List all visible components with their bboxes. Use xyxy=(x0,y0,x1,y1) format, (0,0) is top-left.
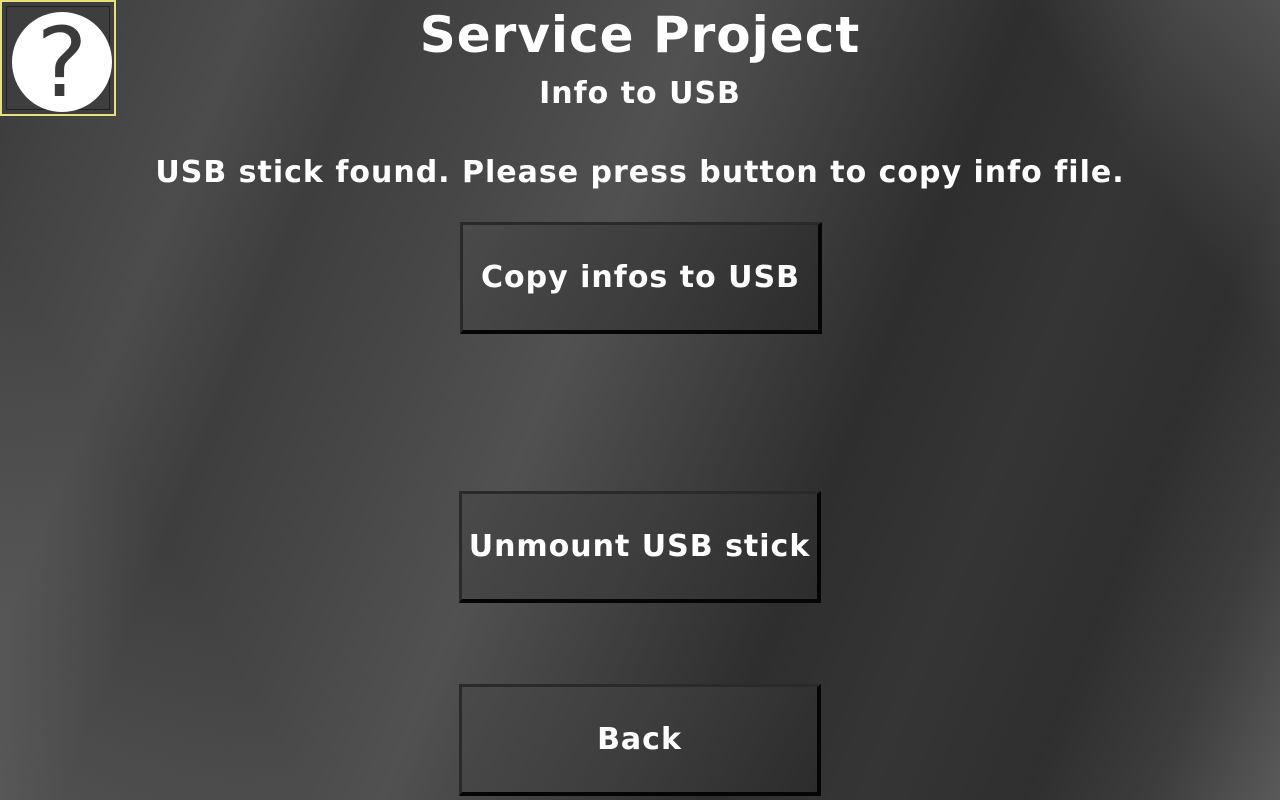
unmount-usb-button-label: Unmount USB stick xyxy=(468,529,811,564)
copy-infos-button-label: Copy infos to USB xyxy=(481,260,800,295)
background-shade-right xyxy=(0,0,1280,800)
status-message: USB stick found. Please press button to … xyxy=(155,155,1125,190)
copy-infos-button[interactable]: Copy infos to USB xyxy=(460,222,822,334)
page-title: Service Project xyxy=(419,6,861,64)
back-button-label: Back xyxy=(597,722,682,757)
unmount-usb-button[interactable]: Unmount USB stick xyxy=(459,491,821,603)
page-subtitle: Info to USB xyxy=(539,76,741,111)
background-shade-left xyxy=(0,0,1280,800)
back-button[interactable]: Back xyxy=(459,684,821,796)
